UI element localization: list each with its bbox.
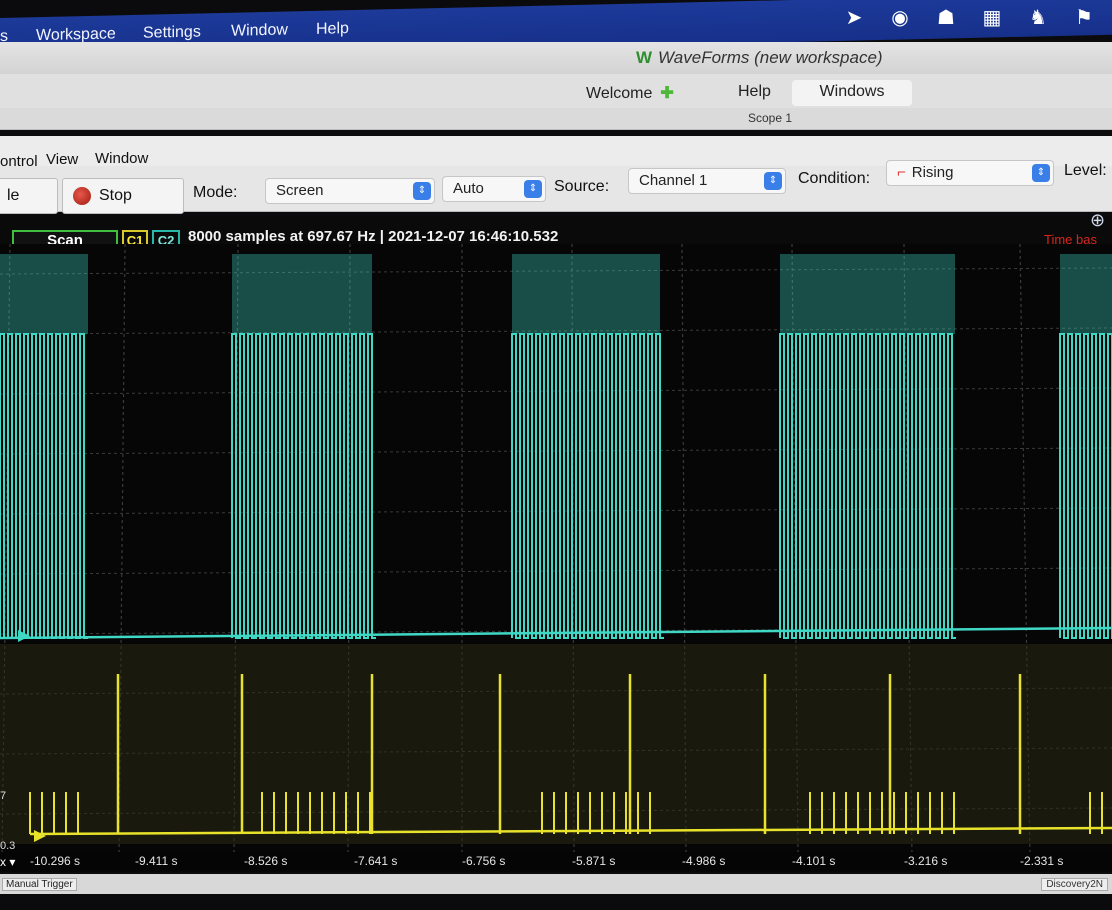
condition-label: Condition: — [798, 170, 871, 187]
x-axis-unit: x ▾ — [0, 855, 16, 869]
tab-windows[interactable]: Windows — [792, 80, 912, 106]
tab-help[interactable]: Help — [726, 80, 783, 106]
x-tick: -9.411 s — [135, 854, 178, 868]
channel2-envelope — [512, 254, 660, 334]
x-tick: -7.641 s — [354, 854, 398, 868]
mode-select[interactable]: Screen ⇕ — [265, 178, 435, 204]
channel2-envelope — [780, 254, 955, 334]
waveforms-logo-icon: W — [636, 48, 653, 67]
y-axis-label-lower: 0.3 — [0, 840, 16, 852]
x-tick: -4.101 s — [792, 854, 836, 868]
level-label: Level: — [1064, 162, 1107, 179]
condition-select[interactable]: ⌐ Rising ⇕ — [886, 160, 1054, 186]
window-titlebar: W WaveForms (new workspace) — [0, 42, 1112, 74]
zoom-icon[interactable]: ⊕ — [1090, 210, 1105, 231]
channel2-envelope — [0, 254, 88, 334]
window-title-text: WaveForms (new workspace) — [658, 48, 883, 67]
x-tick: -2.331 s — [1020, 854, 1064, 868]
select-arrows-icon: ⇕ — [524, 180, 542, 198]
mode-label: Mode: — [193, 184, 238, 201]
acquisition-info: 8000 samples at 697.67 Hz | 2021-12-07 1… — [188, 228, 559, 245]
x-tick: -10.296 s — [30, 854, 81, 868]
scope-toolbar: le Stop Mode: Screen ⇕ Auto ⇕ Source: Ch… — [0, 160, 1112, 214]
channel2-envelope — [232, 254, 372, 334]
tab-welcome-label: Welcome — [586, 85, 653, 102]
time-axis: x ▾ -10.296 s -9.411 s -8.526 s -7.641 s… — [0, 852, 1112, 872]
mode-value: Screen — [276, 182, 324, 199]
select-arrows-icon: ⇕ — [1032, 164, 1050, 182]
scope-tab-bar: Scope 1 — [0, 108, 1112, 130]
menu-help[interactable]: Help — [316, 20, 349, 39]
x-tick: -5.871 s — [572, 854, 616, 868]
manual-trigger-button[interactable]: Manual Trigger — [2, 878, 77, 891]
status-icons: ➤ ◉ ☗ ▦ ♞ ⚑ — [842, 6, 1096, 30]
x-tick: -4.986 s — [682, 854, 726, 868]
elephant-icon[interactable]: ♞ — [1026, 6, 1050, 30]
menu-settings[interactable]: Settings — [143, 23, 201, 42]
stop-button[interactable]: Stop — [62, 178, 184, 214]
select-arrows-icon: ⇕ — [413, 182, 431, 200]
auto-select[interactable]: Auto ⇕ — [442, 176, 546, 202]
select-arrows-icon: ⇕ — [764, 172, 782, 190]
status-bar: Manual Trigger Discovery2N — [0, 874, 1112, 894]
stop-button-label: Stop — [99, 187, 132, 204]
rising-edge-icon: ⌐ — [897, 164, 906, 181]
x-tick: -6.756 s — [462, 854, 506, 868]
single-button[interactable]: le — [0, 178, 58, 214]
location-arrow-icon[interactable]: ➤ — [842, 6, 866, 30]
channel2-burst — [1059, 333, 1112, 639]
device-name[interactable]: Discovery2N — [1041, 878, 1108, 891]
tab-strip: Welcome ✚ Help Windows — [0, 74, 1112, 110]
scope-plot[interactable] — [0, 244, 1112, 856]
scope-title[interactable]: Scope 1 — [748, 111, 792, 125]
channel2-burst — [0, 333, 88, 639]
single-button-label: le — [7, 187, 20, 204]
channel2-envelope — [1060, 254, 1112, 334]
menu-window-app[interactable]: Window — [95, 150, 148, 167]
flag-icon[interactable]: ⚑ — [1072, 6, 1096, 30]
circle-swirl-icon[interactable]: ◉ — [888, 6, 912, 30]
waveform-canvas[interactable] — [0, 244, 1112, 856]
channel2-burst — [231, 333, 376, 639]
tab-welcome[interactable]: Welcome ✚ — [574, 80, 686, 106]
stop-icon — [73, 187, 91, 205]
auto-value: Auto — [453, 180, 484, 197]
source-label: Source: — [554, 178, 610, 195]
source-select[interactable]: Channel 1 ⇕ — [628, 168, 786, 194]
condition-value: Rising — [911, 164, 954, 181]
channel2-burst — [779, 333, 956, 639]
channel1-envelope — [0, 644, 1112, 844]
y-axis-label-upper: 7 — [0, 790, 7, 802]
x-tick: -8.526 s — [244, 854, 288, 868]
menu-window[interactable]: Window — [231, 21, 288, 40]
source-value: Channel 1 — [639, 172, 708, 189]
add-tab-icon[interactable]: ✚ — [660, 85, 673, 102]
bell-icon[interactable]: ☗ — [934, 6, 958, 30]
x-tick: -3.216 s — [904, 854, 948, 868]
channel2-burst — [511, 333, 664, 639]
grid-icon[interactable]: ▦ — [980, 6, 1004, 30]
window-title: W WaveForms (new workspace) — [636, 48, 883, 68]
